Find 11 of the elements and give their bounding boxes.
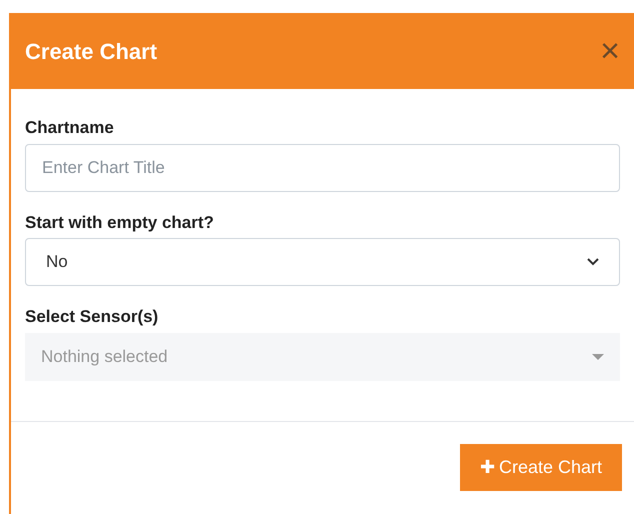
input-field[interactable]: Enter Chart Title	[25, 144, 620, 192]
plus-icon: ✚	[480, 454, 495, 480]
create-chart-button[interactable]: ✚ Create Chart	[460, 444, 622, 490]
caret-icon	[592, 354, 604, 360]
dialog-title: Create Chart	[25, 38, 158, 66]
close-button[interactable]: ×	[600, 34, 620, 68]
chevron-icon	[587, 258, 599, 266]
field-label: Select Sensor(s)	[25, 306, 160, 328]
field-label: Start with empty chart?	[25, 212, 215, 234]
field-label: Chartname	[25, 117, 115, 139]
select-field[interactable]: No	[25, 238, 620, 286]
